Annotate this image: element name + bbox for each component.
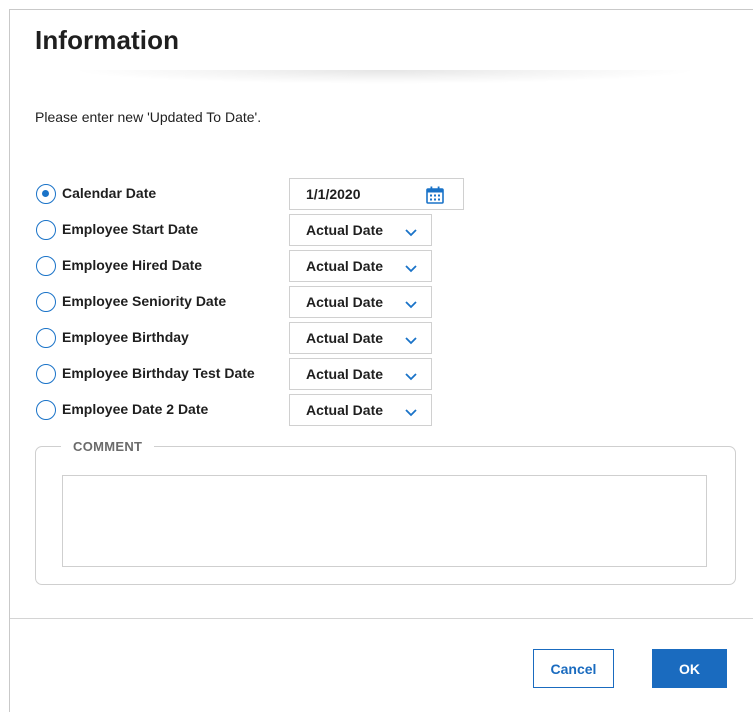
comment-legend: COMMENT (61, 439, 155, 454)
option-row-employee-seniority-date: Employee Seniority Date Actual Date (36, 286, 476, 318)
select-value: Actual Date (306, 366, 384, 382)
information-dialog: Information Please enter new 'Updated To… (9, 9, 753, 712)
option-row-employee-start-date: Employee Start Date Actual Date (36, 214, 476, 246)
select-value: Actual Date (306, 294, 384, 310)
chevron-down-icon (404, 225, 418, 237)
employee-seniority-date-select[interactable]: Actual Date (289, 286, 432, 318)
comment-textarea[interactable] (62, 475, 707, 567)
option-row-employee-birthday-test-date: Employee Birthday Test Date Actual Date (36, 358, 476, 390)
calendar-date-value: 1/1/2020 (306, 186, 361, 202)
chevron-down-icon (404, 297, 418, 309)
option-label-employee-hired-date[interactable]: Employee Hired Date (62, 257, 202, 273)
calendar-date-input[interactable]: 1/1/2020 (289, 178, 464, 210)
footer-divider (10, 618, 753, 619)
employee-date-2-date-select[interactable]: Actual Date (289, 394, 432, 426)
option-row-employee-hired-date: Employee Hired Date Actual Date (36, 250, 476, 282)
chevron-down-icon (404, 405, 418, 417)
radio-calendar-date[interactable] (36, 184, 56, 204)
option-label-employee-birthday[interactable]: Employee Birthday (62, 329, 189, 345)
dialog-title: Information (35, 25, 180, 55)
select-value: Actual Date (306, 258, 384, 274)
radio-employee-start-date[interactable] (36, 220, 56, 240)
employee-start-date-select[interactable]: Actual Date (289, 214, 432, 246)
select-value: Actual Date (306, 222, 384, 238)
radio-employee-seniority-date[interactable] (36, 292, 56, 312)
option-row-employee-birthday: Employee Birthday Actual Date (36, 322, 476, 354)
radio-employee-birthday-test-date[interactable] (36, 364, 56, 384)
radio-employee-birthday[interactable] (36, 328, 56, 348)
employee-hired-date-select[interactable]: Actual Date (289, 250, 432, 282)
option-row-employee-date-2-date: Employee Date 2 Date Actual Date (36, 394, 476, 426)
cancel-button[interactable]: Cancel (533, 649, 614, 688)
radio-employee-hired-date[interactable] (36, 256, 56, 276)
select-value: Actual Date (306, 402, 384, 418)
employee-birthday-select[interactable]: Actual Date (289, 322, 432, 354)
employee-birthday-test-date-select[interactable]: Actual Date (289, 358, 432, 390)
title-divider-shadow (70, 70, 700, 84)
option-row-calendar-date: Calendar Date 1/1/2020 (36, 178, 476, 210)
option-label-employee-seniority-date[interactable]: Employee Seniority Date (62, 293, 226, 309)
instruction-text: Please enter new 'Updated To Date'. (35, 109, 262, 125)
chevron-down-icon (404, 333, 418, 345)
option-label-employee-start-date[interactable]: Employee Start Date (62, 221, 198, 237)
option-label-employee-birthday-test-date[interactable]: Employee Birthday Test Date (62, 365, 255, 381)
comment-group: COMMENT (35, 439, 736, 585)
chevron-down-icon (404, 369, 418, 381)
option-label-employee-date-2-date[interactable]: Employee Date 2 Date (62, 401, 208, 417)
option-label-calendar-date[interactable]: Calendar Date (62, 185, 156, 201)
calendar-icon[interactable] (425, 185, 445, 205)
chevron-down-icon (404, 261, 418, 273)
ok-button[interactable]: OK (652, 649, 727, 688)
radio-employee-date-2-date[interactable] (36, 400, 56, 420)
select-value: Actual Date (306, 330, 384, 346)
